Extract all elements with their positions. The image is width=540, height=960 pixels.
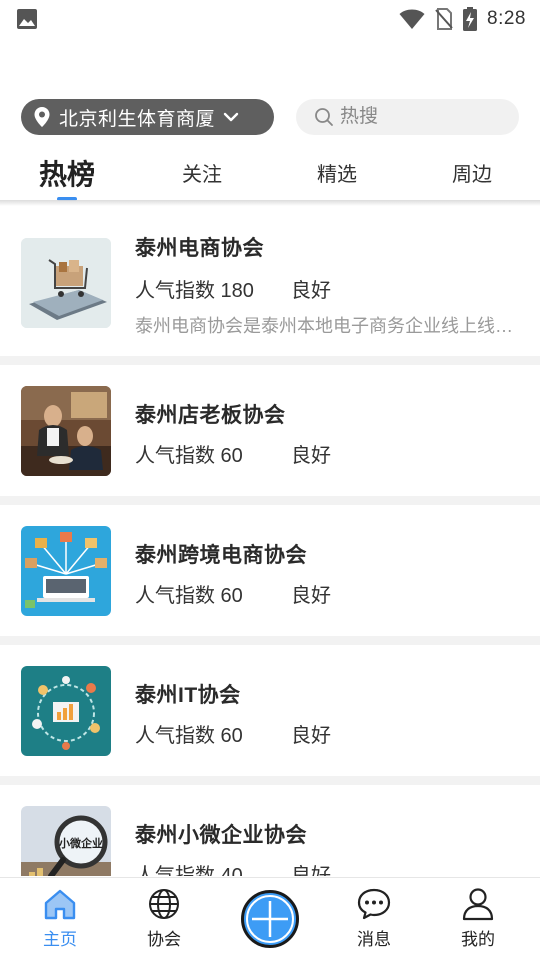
popularity-index: 人气指数 60	[135, 585, 243, 607]
status-text: 良好	[291, 280, 331, 302]
status-text: 良好	[291, 865, 331, 876]
no-sim-icon	[435, 8, 453, 30]
nav-label: 消息	[357, 930, 391, 949]
location-selector[interactable]: 北京利生体育商厦	[21, 99, 274, 135]
nav-label: 主页	[43, 930, 77, 949]
location-pin-icon	[34, 107, 50, 127]
tab-hot[interactable]: 热榜	[27, 148, 107, 202]
wifi-icon	[399, 9, 425, 29]
status-bar: 8:28	[0, 0, 540, 38]
item-stats: 人气指数 60 良好	[135, 439, 331, 468]
tab-featured[interactable]: 精选	[297, 148, 377, 202]
search-input[interactable]	[340, 106, 510, 128]
thumbnail-image	[21, 238, 111, 328]
home-icon	[44, 889, 76, 920]
location-label: 北京利生体育商厦	[59, 108, 216, 130]
nav-home[interactable]: 主页	[20, 878, 100, 960]
status-text: 良好	[291, 585, 331, 607]
nav-label: 协会	[147, 930, 181, 949]
popularity-index: 人气指数 40	[135, 865, 243, 876]
list-item[interactable]: 泰州电商协会 人气指数 180 良好 泰州电商协会是泰州本地电子商务企业线上线下交…	[0, 206, 540, 356]
item-title: 泰州电商协会	[135, 237, 264, 260]
chevron-down-icon	[223, 112, 239, 122]
nav-associations[interactable]: 协会	[124, 878, 204, 960]
nav-label: 我的	[461, 930, 495, 949]
status-time: 8:28	[487, 8, 526, 29]
item-title: 泰州跨境电商协会	[135, 544, 307, 567]
add-button[interactable]	[241, 890, 299, 948]
item-stats: 人气指数 40 良好	[135, 859, 331, 876]
status-text: 良好	[291, 725, 331, 747]
item-description: 泰州电商协会是泰州本地电子商务企业线上线下交流合作的平台	[135, 316, 515, 336]
item-title: 泰州店老板协会	[135, 404, 286, 427]
popularity-index: 人气指数 60	[135, 725, 243, 747]
user-icon	[462, 888, 494, 921]
list-item[interactable]: 泰州IT协会 人气指数 60 良好	[0, 645, 540, 776]
list-item[interactable]: 小微企业 泰州小微企业协会 人气指数 40 良好	[0, 785, 540, 876]
search-icon	[315, 108, 333, 126]
status-text: 良好	[291, 445, 331, 467]
nav-messages[interactable]: 消息	[334, 878, 414, 960]
list-item[interactable]: 泰州店老板协会 人气指数 60 良好	[0, 365, 540, 496]
gallery-icon	[17, 9, 37, 29]
thumbnail-image	[21, 526, 111, 616]
thumbnail-image: 小微企业	[21, 806, 111, 876]
popularity-index: 人气指数 60	[135, 445, 243, 467]
thumbnail-image	[21, 386, 111, 476]
item-title: 泰州小微企业协会	[135, 824, 307, 847]
category-tabs: 热榜 关注 精选 周边	[0, 148, 540, 202]
nav-profile[interactable]: 我的	[438, 878, 518, 960]
item-stats: 人气指数 60 良好	[135, 579, 331, 608]
popularity-index: 人气指数 180	[135, 280, 254, 302]
item-stats: 人气指数 60 良好	[135, 719, 331, 748]
association-list[interactable]: 泰州电商协会 人气指数 180 良好 泰州电商协会是泰州本地电子商务企业线上线下交…	[0, 206, 540, 876]
thumbnail-label: 小微企业	[58, 836, 103, 850]
tab-follow[interactable]: 关注	[162, 148, 242, 202]
item-stats: 人气指数 180 良好	[135, 274, 331, 303]
thumbnail-image	[21, 666, 111, 756]
list-item[interactable]: 泰州跨境电商协会 人气指数 60 良好	[0, 505, 540, 636]
globe-icon	[149, 889, 179, 919]
chat-bubble-icon	[357, 888, 391, 920]
tab-nearby[interactable]: 周边	[432, 148, 512, 202]
bottom-navigation: 主页 协会 消息 我的	[0, 877, 540, 960]
battery-charging-icon	[463, 7, 478, 31]
add-icon	[252, 901, 288, 937]
search-box[interactable]	[296, 99, 519, 135]
item-title: 泰州IT协会	[135, 684, 241, 707]
